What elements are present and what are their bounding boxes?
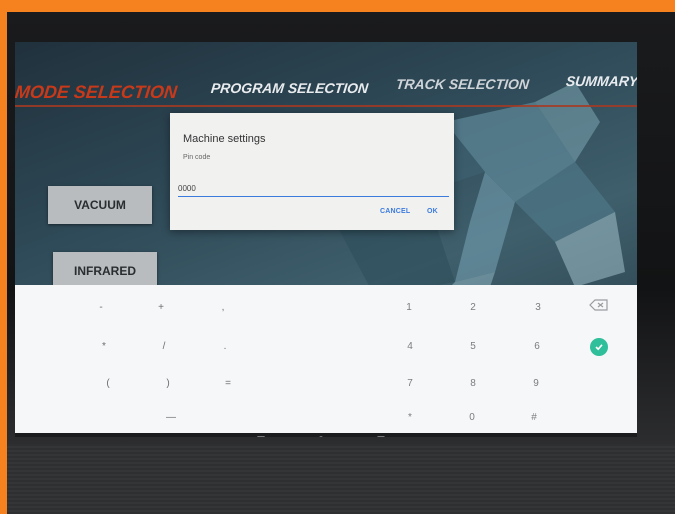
key-equals[interactable]: =: [208, 373, 248, 393]
key-3[interactable]: 3: [518, 297, 558, 317]
backspace-icon[interactable]: [589, 299, 609, 311]
key-4[interactable]: 4: [390, 336, 430, 356]
vacuum-button[interactable]: VACUUM: [48, 186, 152, 224]
dialog-title: Machine settings: [183, 133, 266, 145]
key-7[interactable]: 7: [390, 373, 430, 393]
tab-mode-selection[interactable]: MODE SELECTION: [15, 82, 178, 103]
key-plus[interactable]: +: [141, 297, 181, 317]
key-comma[interactable]: ,: [203, 297, 243, 317]
key-8[interactable]: 8: [453, 373, 493, 393]
touch-screen: MODE SELECTION PROGRAM SELECTION TRACK S…: [15, 42, 637, 437]
back-icon[interactable]: [256, 435, 266, 437]
key-multiply[interactable]: *: [84, 336, 124, 356]
cancel-button[interactable]: CANCEL: [380, 208, 410, 215]
key-minus[interactable]: -: [81, 297, 121, 317]
nav-divider: [15, 105, 637, 107]
key-9[interactable]: 9: [516, 373, 556, 393]
device-bezel: MODE SELECTION PROGRAM SELECTION TRACK S…: [7, 12, 675, 514]
pin-code-input[interactable]: [178, 180, 449, 197]
key-divide[interactable]: /: [144, 336, 184, 356]
key-5[interactable]: 5: [453, 336, 493, 356]
recents-icon[interactable]: [376, 435, 386, 437]
tab-track-selection[interactable]: TRACK SELECTION: [395, 76, 530, 92]
android-nav-bar: [15, 433, 637, 437]
pin-code-label: Pin code: [183, 154, 211, 161]
ok-button[interactable]: OK: [427, 208, 438, 215]
key-1[interactable]: 1: [389, 297, 429, 317]
key-6[interactable]: 6: [517, 336, 557, 356]
key-close-paren[interactable]: ): [148, 373, 188, 393]
key-period[interactable]: .: [205, 336, 245, 356]
home-icon[interactable]: [316, 435, 326, 437]
key-hash[interactable]: #: [514, 407, 554, 427]
confirm-check-icon[interactable]: [590, 338, 608, 356]
key-space[interactable]: —: [151, 407, 191, 427]
key-0[interactable]: 0: [452, 407, 492, 427]
numeric-keyboard: - + , 1 2 3 * / . 4 5 6 ( ) = 7 8 9 — * …: [15, 285, 637, 433]
key-open-paren[interactable]: (: [88, 373, 128, 393]
bezel-texture: [7, 444, 675, 514]
tab-summary[interactable]: SUMMARY: [565, 73, 637, 89]
key-star[interactable]: *: [390, 407, 430, 427]
key-2[interactable]: 2: [453, 297, 493, 317]
tab-program-selection[interactable]: PROGRAM SELECTION: [210, 80, 369, 96]
machine-settings-dialog: Machine settings Pin code CANCEL OK: [170, 113, 454, 230]
